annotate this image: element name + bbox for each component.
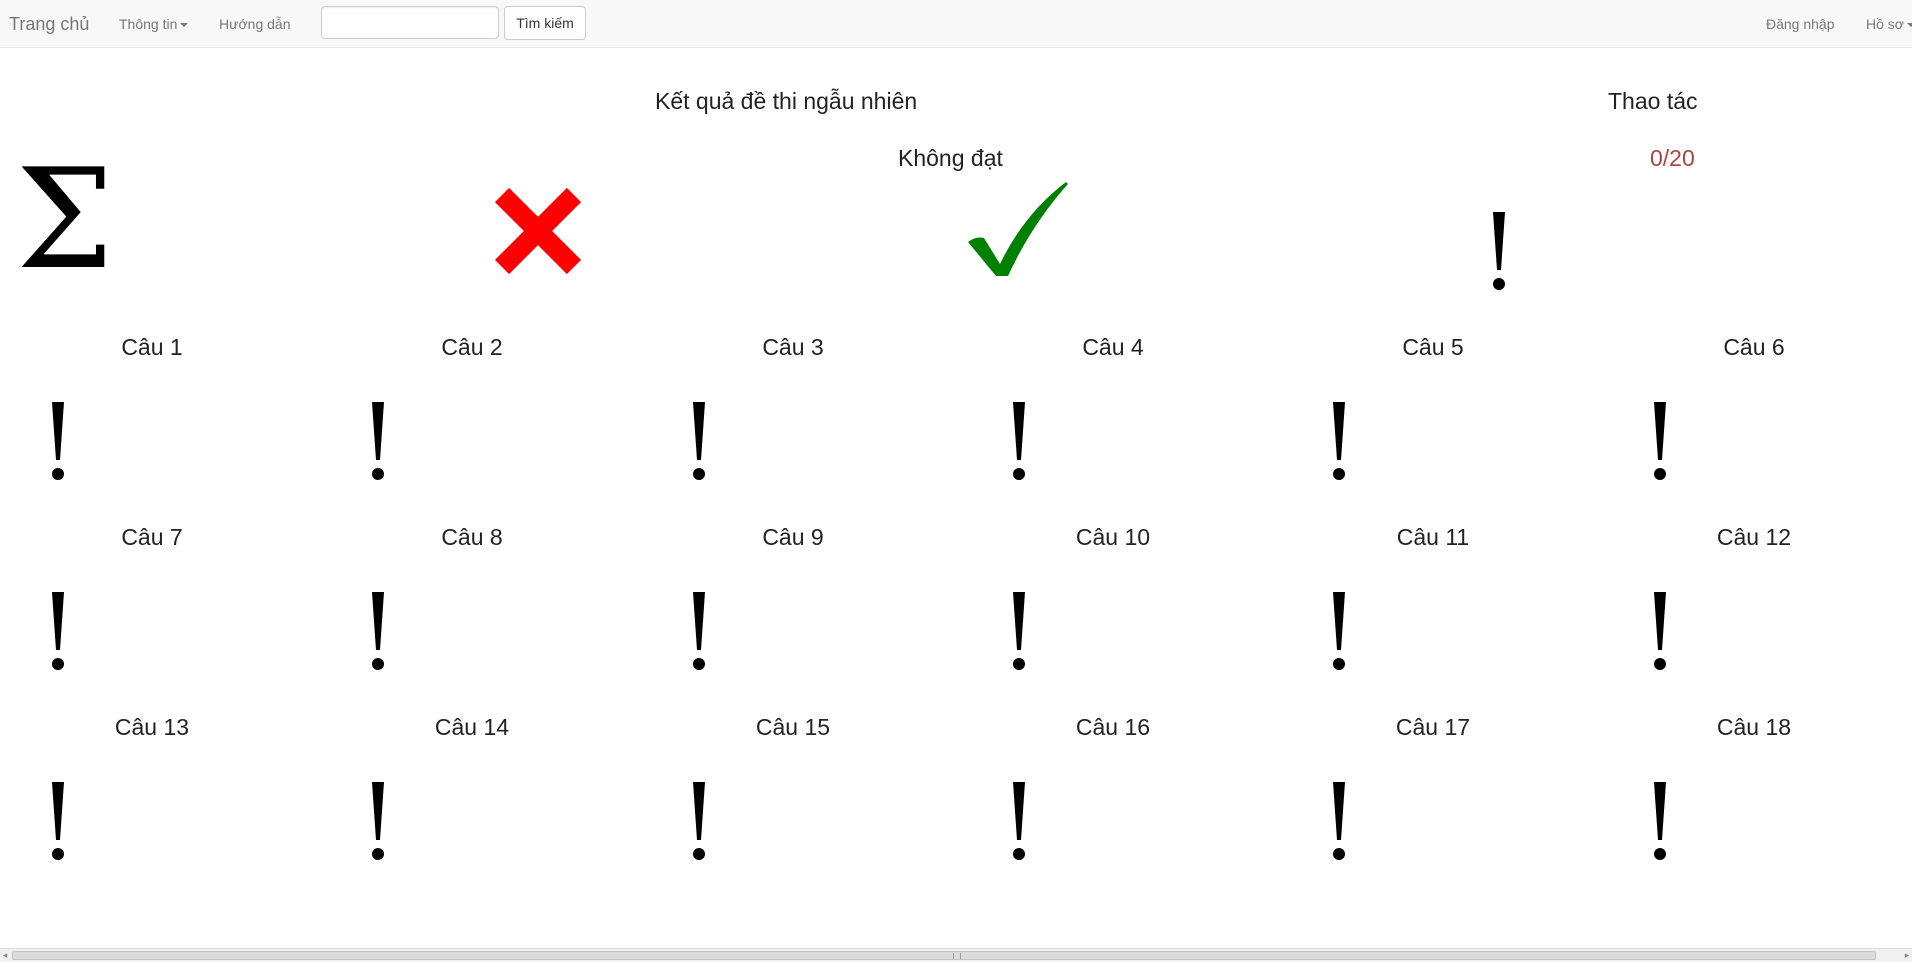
question-label: Câu 16 [1075, 714, 1151, 740]
info-dropdown[interactable]: Thông tin [119, 16, 189, 32]
exclamation-icon [52, 402, 64, 480]
scroll-left-icon[interactable]: ◂ [0, 951, 10, 961]
question-label: Câu 10 [1075, 524, 1151, 550]
question-label: Câu 11 [1396, 524, 1470, 550]
question-label: Câu 14 [434, 714, 510, 740]
exclamation-icon [1333, 402, 1345, 480]
question-label: Câu 7 [121, 524, 183, 550]
exclamation-icon [1013, 402, 1025, 480]
question-label: Câu 2 [441, 334, 503, 360]
question-label: Câu 5 [1402, 334, 1464, 360]
exclamation-icon [693, 782, 705, 860]
score-value: 0/20 [1650, 145, 1695, 171]
exclamation-icon [52, 782, 64, 860]
exclamation-icon [1333, 782, 1345, 860]
result-title: Kết quả đề thi ngẫu nhiên [655, 88, 918, 114]
question-label: Câu 4 [1082, 334, 1144, 360]
profile-dropdown[interactable]: Hồ sơ [1866, 16, 1912, 32]
question-label: Câu 8 [441, 524, 503, 550]
info-dropdown-label: Thông tin [119, 16, 178, 32]
exclamation-icon [52, 592, 64, 670]
exclamation-icon [1013, 782, 1025, 860]
result-status: Không đạt [898, 145, 1003, 171]
question-label: Câu 12 [1716, 524, 1792, 550]
login-link[interactable]: Đăng nhập [1766, 16, 1835, 32]
grip-icon [953, 953, 961, 959]
profile-dropdown-label: Hồ sơ [1866, 16, 1904, 32]
exclamation-icon [1654, 592, 1666, 670]
question-label: Câu 17 [1395, 714, 1471, 740]
cross-icon [494, 187, 582, 275]
exclamation-icon [1013, 592, 1025, 670]
exclamation-icon [693, 592, 705, 670]
question-label: Câu 15 [755, 714, 831, 740]
exclamation-icon [1654, 402, 1666, 480]
search-input[interactable] [321, 6, 499, 39]
exclamation-icon [1333, 592, 1345, 670]
actions-title: Thao tác [1608, 88, 1698, 114]
exclamation-icon [372, 592, 384, 670]
question-label: Câu 9 [762, 524, 824, 550]
exclamation-icon [372, 402, 384, 480]
question-label: Câu 18 [1716, 714, 1792, 740]
question-label: Câu 6 [1723, 334, 1785, 360]
sigma-icon: Σ [16, 139, 114, 300]
guide-link[interactable]: Hướng dẫn [219, 16, 290, 32]
top-navbar: Trang chủ Thông tin Hướng dẫn Tìm kiếm Đ… [0, 0, 1912, 48]
scroll-right-icon[interactable]: ▸ [1902, 951, 1912, 961]
exclamation-icon [1493, 212, 1505, 290]
question-label: Câu 13 [114, 714, 190, 740]
question-label: Câu 1 [121, 334, 183, 360]
caret-down-icon [1906, 23, 1912, 28]
brand-home-link[interactable]: Trang chủ [9, 14, 89, 35]
exclamation-icon [372, 782, 384, 860]
horizontal-scrollbar[interactable]: ◂ ▸ [0, 948, 1912, 962]
search-button[interactable]: Tìm kiếm [504, 6, 586, 40]
exclamation-icon [693, 402, 705, 480]
scrollbar-thumb[interactable] [12, 951, 1876, 960]
check-icon [968, 182, 1068, 276]
exclamation-icon [1654, 782, 1666, 860]
question-label: Câu 3 [762, 334, 824, 360]
caret-down-icon [180, 23, 189, 28]
